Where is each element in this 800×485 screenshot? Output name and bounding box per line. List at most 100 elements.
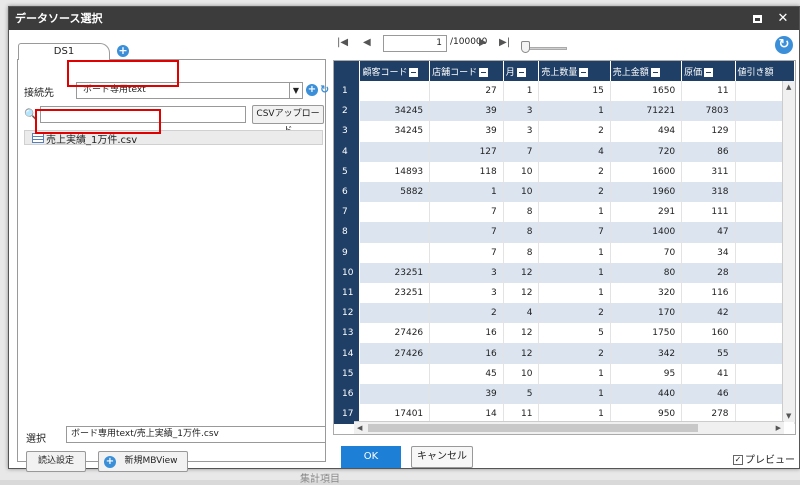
table-cell — [359, 383, 431, 404]
scroll-left-icon[interactable]: ◀ — [357, 424, 362, 432]
add-tab-icon[interactable]: + — [117, 45, 129, 57]
row-number[interactable]: 13 — [334, 323, 361, 344]
row-number-header[interactable] — [334, 61, 361, 81]
row-number[interactable]: 16 — [334, 383, 361, 404]
table-cell: 5 — [538, 323, 611, 344]
cancel-button[interactable]: キャンセル — [411, 446, 473, 468]
table-row[interactable]: 10 23251 3 12 1 80 28 — [334, 262, 795, 283]
table-row[interactable]: 5 14893 118 10 2 1600 311 — [334, 161, 795, 182]
file-name[interactable]: 売上実績_1万件.csv — [46, 131, 137, 146]
table-row[interactable]: 7 7 8 1 291 111 — [334, 202, 795, 223]
column-filter-icon[interactable] — [516, 67, 526, 77]
add-icon: + — [104, 456, 116, 468]
next-page-icon[interactable]: ▶ — [479, 37, 487, 48]
row-number[interactable]: 3 — [334, 121, 361, 142]
row-number[interactable]: 6 — [334, 181, 361, 203]
column-header[interactable]: 値引き額 — [735, 61, 795, 81]
table-cell: 11 — [681, 81, 736, 102]
row-number[interactable]: 10 — [334, 262, 361, 283]
column-header[interactable]: 売上数量 — [538, 61, 611, 81]
horizontal-scroll-thumb[interactable] — [368, 424, 698, 432]
checkbox-icon[interactable]: ✓ — [733, 455, 743, 465]
refresh-icon[interactable]: ↻ — [775, 36, 793, 54]
row-number[interactable]: 7 — [334, 202, 361, 223]
ok-button[interactable]: OK — [341, 446, 401, 468]
table-row[interactable]: 13 27426 16 12 5 1750 160 — [334, 323, 795, 344]
table-row[interactable]: 12 2 4 2 170 42 — [334, 303, 795, 324]
table-cell: 27426 — [359, 343, 431, 364]
last-page-icon[interactable]: ▶| — [499, 37, 510, 48]
selection-field[interactable]: ボード専用text/売上実績_1万件.csv — [66, 426, 326, 443]
row-number[interactable]: 4 — [334, 141, 361, 162]
column-header[interactable]: 売上金額 — [610, 61, 683, 81]
search-input[interactable] — [40, 106, 246, 123]
column-filter-icon[interactable] — [579, 67, 589, 77]
table-cell: 2 — [538, 121, 611, 142]
table-row[interactable]: 11 23251 3 12 1 320 116 — [334, 282, 795, 304]
first-page-icon[interactable]: |◀ — [337, 37, 348, 48]
column-header[interactable]: 原価 — [681, 61, 736, 81]
row-number[interactable]: 9 — [334, 242, 361, 263]
prev-page-icon[interactable]: ◀ — [363, 37, 371, 48]
table-cell: 12 — [503, 343, 540, 364]
row-number[interactable]: 1 — [334, 81, 361, 102]
tab-ds1[interactable]: DS1 — [18, 43, 110, 60]
connection-select[interactable]: ボード専用text — [76, 82, 290, 99]
table-row[interactable]: 8 7 8 7 1400 47 — [334, 222, 795, 243]
row-number[interactable]: 14 — [334, 343, 361, 364]
column-filter-icon[interactable] — [479, 67, 489, 77]
chevron-down-icon[interactable]: ▼ — [289, 82, 303, 99]
table-cell: 8 — [503, 202, 540, 223]
add-connection-icon[interactable]: + — [306, 84, 318, 96]
table-cell — [359, 242, 431, 263]
table-row[interactable]: 4 127 7 4 720 86 — [334, 141, 795, 162]
column-filter-icon[interactable] — [650, 67, 660, 77]
table-row[interactable]: 15 45 10 1 95 41 — [334, 363, 795, 384]
column-filter-icon[interactable] — [704, 67, 714, 77]
page-number-input[interactable]: 1 — [383, 35, 447, 52]
data-table: 顧客コード 店舗コード月売上数量 売上金額 原価 値引き額 1 27 1 15 1650 11 2 3… — [334, 61, 795, 425]
table-row[interactable]: 16 39 5 1 440 46 — [334, 383, 795, 404]
close-button[interactable]: ✕ — [769, 7, 797, 30]
table-cell: 3 — [429, 262, 504, 283]
column-header-label: 月 — [505, 67, 515, 78]
maximize-icon — [752, 14, 762, 23]
horizontal-scrollbar[interactable]: ◀ ▶ — [354, 421, 784, 434]
table-row[interactable]: 6 5882 1 10 2 1960 318 — [334, 181, 795, 203]
column-header-label: 売上数量 — [541, 67, 578, 78]
table-row[interactable]: 1 27 1 15 1650 11 — [334, 81, 795, 102]
column-header[interactable]: 顧客コード — [359, 61, 431, 81]
table-cell: 4 — [503, 303, 540, 324]
row-number[interactable]: 12 — [334, 303, 361, 324]
row-number[interactable]: 5 — [334, 161, 361, 182]
row-number[interactable]: 11 — [334, 282, 361, 304]
row-number[interactable]: 2 — [334, 101, 361, 122]
new-mbview-button[interactable]: + 新規MBView — [98, 451, 188, 472]
csv-upload-button[interactable]: CSVアップロード — [252, 105, 324, 136]
table-cell: 7 — [429, 202, 504, 223]
table-row[interactable]: 9 7 8 1 70 34 — [334, 242, 795, 263]
table-row[interactable]: 3 34245 39 3 2 494 129 — [334, 121, 795, 142]
table-cell: 46 — [681, 383, 736, 404]
vertical-scrollbar[interactable]: ▲ ▼ — [782, 81, 795, 422]
table-cell: 23251 — [359, 262, 431, 283]
scroll-right-icon[interactable]: ▶ — [776, 424, 781, 432]
column-header[interactable]: 店舗コード — [429, 61, 504, 81]
read-settings-button[interactable]: 読込設定 — [26, 451, 86, 472]
refresh-connection-icon[interactable]: ↻ — [320, 83, 329, 96]
column-header-label: 顧客コード — [362, 67, 408, 78]
row-number[interactable]: 15 — [334, 363, 361, 384]
table-row[interactable]: 2 34245 39 3 1 71221 7803 — [334, 101, 795, 122]
maximize-button[interactable] — [743, 7, 771, 30]
column-header[interactable]: 月 — [503, 61, 540, 81]
zoom-slider-handle[interactable] — [521, 41, 530, 53]
selection-label: 選択 — [26, 434, 46, 445]
column-filter-icon[interactable] — [409, 67, 419, 77]
preview-checkbox[interactable]: ✓ プレビュー — [733, 451, 795, 466]
table-cell: 39 — [429, 101, 504, 122]
scroll-up-icon[interactable]: ▲ — [786, 83, 791, 91]
table-cell: 440 — [610, 383, 683, 404]
row-number[interactable]: 8 — [334, 222, 361, 243]
scroll-down-icon[interactable]: ▼ — [786, 412, 791, 420]
table-row[interactable]: 14 27426 16 12 2 342 55 — [334, 343, 795, 364]
